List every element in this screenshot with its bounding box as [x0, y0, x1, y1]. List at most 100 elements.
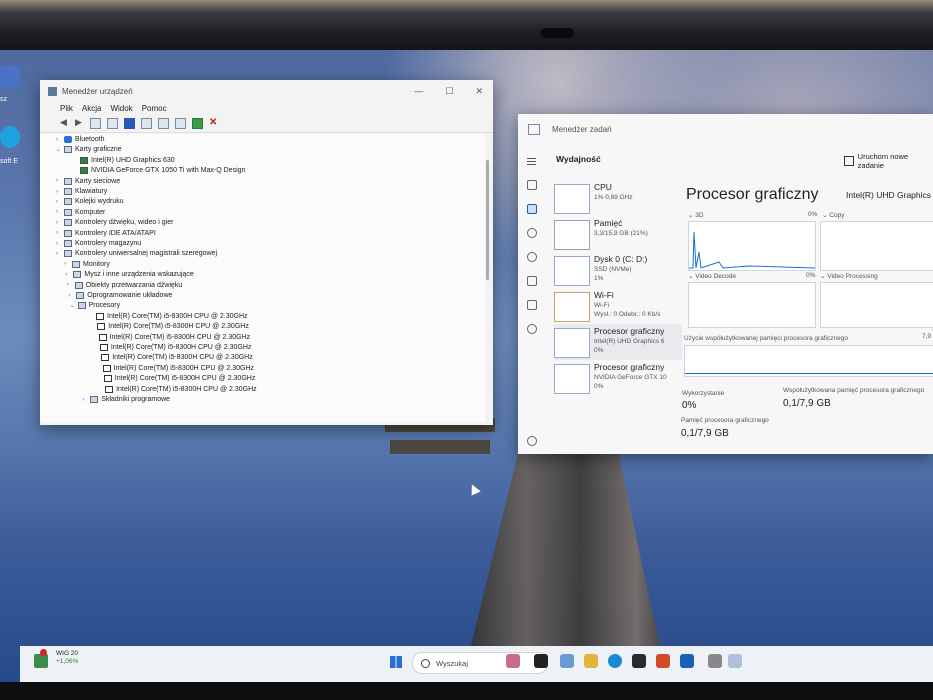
task-manager-titlebar[interactable]: Menedżer zadań	[518, 114, 933, 144]
tree-category-item[interactable]: › Klawiatury	[56, 188, 107, 195]
graph-video-processing	[820, 282, 933, 328]
properties-icon[interactable]	[90, 118, 101, 129]
tree-device-item[interactable]: Intel(R) Core(TM) i5-8300H CPU @ 2.30GHz	[92, 344, 251, 351]
users-icon[interactable]	[527, 276, 537, 286]
menu-action[interactable]: Akcja	[82, 104, 102, 113]
expand-chevron-icon[interactable]: ›	[65, 272, 73, 278]
menu-file[interactable]: Plik	[60, 104, 73, 113]
tree-item-label: Intel(R) Core(TM) i5-8300H CPU @ 2.30GHz	[112, 354, 253, 362]
performance-item[interactable]: CPU 1% 0,89 GHz	[554, 180, 682, 216]
tree-category-item[interactable]: › Składniki programowe	[82, 396, 170, 403]
monitor-icon[interactable]	[175, 118, 186, 129]
tree-category-item[interactable]: › Mysz i inne urządzenia wskazujące	[65, 271, 194, 279]
expand-chevron-icon[interactable]: ›	[56, 178, 64, 184]
close-button[interactable]: ✕	[475, 86, 483, 97]
collapse-chevron-icon[interactable]: ⌄	[70, 302, 78, 309]
device-manager-titlebar[interactable]: Menedżer urządzeń — ☐ ✕	[40, 80, 493, 102]
tree-category-item[interactable]: › Kontrolery uniwersalnej magistrali szer…	[56, 250, 217, 258]
tree-device-item[interactable]: Intel(R) Core(TM) i5-8300H CPU @ 2.30GHz	[91, 333, 250, 341]
stock-widget-icon[interactable]	[34, 654, 48, 668]
tree-category-item[interactable]: › Obiekty przetwarzania dźwięku	[67, 281, 182, 289]
start-button[interactable]	[390, 656, 402, 668]
tree-device-item[interactable]: Intel(R) Core(TM) i5-8300H CPU @ 2.30GHz	[96, 375, 255, 383]
expand-chevron-icon[interactable]: ›	[56, 199, 64, 205]
tree-item-label: Mysz i inne urządzenia wskazujące	[84, 271, 194, 279]
expand-chevron-icon[interactable]: ›	[56, 230, 64, 236]
tree-device-item[interactable]: Intel(R) Core(TM) i5-8300H CPU @ 2.30GHz	[95, 364, 254, 372]
performance-item[interactable]: Pamięć 3,3/15,9 GB (21%)	[554, 216, 682, 252]
forward-arrow-icon[interactable]: ▶	[75, 118, 84, 127]
back-arrow-icon[interactable]: ◀	[60, 118, 69, 127]
expand-chevron-icon[interactable]: ›	[56, 137, 64, 143]
tree-category-item[interactable]: › Kontrolery magazynu	[56, 240, 141, 247]
copilot-icon[interactable]	[560, 654, 574, 668]
run-task-label: Uruchom nowe zadanie	[857, 152, 909, 170]
file-explorer-icon[interactable]	[584, 654, 598, 668]
help-icon[interactable]	[124, 118, 135, 129]
expand-chevron-icon[interactable]: ›	[56, 251, 64, 257]
tree-category-item[interactable]: ⌄ Karty graficzne	[56, 146, 122, 154]
task-view-icon[interactable]	[534, 654, 548, 668]
cpu-icon	[96, 312, 104, 320]
expand-chevron-icon[interactable]: ›	[67, 282, 75, 288]
office-icon[interactable]	[656, 654, 670, 668]
expand-chevron-icon[interactable]: ›	[64, 261, 72, 267]
menu-view[interactable]: Widok	[110, 104, 132, 113]
collapse-chevron-icon[interactable]: ⌄	[56, 146, 64, 153]
desktop-shortcut-icon[interactable]	[0, 66, 20, 88]
edge-desktop-icon[interactable]	[0, 126, 20, 148]
vertical-scrollbar[interactable]	[486, 160, 489, 280]
tree-category-item[interactable]: › Kontrolery dźwięku, wideo i gier	[56, 219, 173, 227]
tree-device-item[interactable]: Intel(R) Core(TM) i5-8300H CPU @ 2.30GHz	[93, 354, 253, 362]
minimize-button[interactable]: —	[414, 86, 423, 97]
tree-category-item[interactable]: › Kolejki wydruku	[56, 198, 124, 206]
tree-device-item[interactable]: Intel(R) Core(TM) i5-8300H CPU @ 2.30GHz	[88, 312, 248, 320]
details-icon[interactable]	[527, 300, 537, 310]
startup-apps-icon[interactable]	[527, 252, 537, 262]
task-manager-taskbar-icon[interactable]	[728, 654, 742, 668]
performance-item[interactable]: Wi-Fi Wi-Fi Wysł.: 0 Odebr.: 0 Kb/s	[554, 288, 682, 324]
expand-chevron-icon[interactable]: ›	[68, 293, 76, 299]
services-icon[interactable]	[527, 324, 537, 334]
tree-category-item[interactable]: › Bluetooth	[56, 136, 105, 143]
hamburger-menu-icon[interactable]	[527, 156, 537, 166]
settings-icon[interactable]	[708, 654, 722, 668]
tree-device-item[interactable]: NVIDIA GeForce GTX 1050 Ti with Max-Q De…	[72, 167, 245, 175]
processes-icon[interactable]	[527, 180, 537, 190]
store-icon[interactable]	[632, 654, 646, 668]
tree-category-item[interactable]: › Oprogramowanie układowe	[68, 292, 172, 299]
tree-device-item[interactable]: Intel(R) UHD Graphics 630	[72, 156, 175, 164]
expand-chevron-icon[interactable]: ›	[82, 397, 90, 403]
app-history-icon[interactable]	[527, 228, 537, 238]
tree-category-item[interactable]: › Monitory	[64, 260, 110, 268]
expand-chevron-icon[interactable]: ›	[56, 241, 64, 247]
performance-item[interactable]: Procesor graficzny NVIDIA GeForce GTX 10 0…	[554, 360, 682, 396]
run-new-task-button[interactable]: Uruchom nowe zadanie	[844, 152, 933, 170]
tree-category-item[interactable]: › Kontrolery IDE ATA/ATAPI	[56, 229, 156, 237]
performance-icon[interactable]	[527, 204, 537, 214]
performance-item-detail: 0%	[594, 347, 604, 354]
performance-item[interactable]: Procesor graficzny Intel(R) UHD Graphics …	[554, 324, 682, 360]
tree-category-item[interactable]: ⌄ Procesory	[70, 302, 120, 310]
maximize-button[interactable]: ☐	[445, 86, 453, 97]
update-driver-icon[interactable]	[141, 118, 152, 129]
settings-gear-icon[interactable]	[527, 436, 537, 446]
expand-chevron-icon[interactable]: ›	[56, 209, 64, 215]
search-input[interactable]: Wyszukaj	[412, 652, 548, 674]
outlook-icon[interactable]	[680, 654, 694, 668]
menu-help[interactable]: Pomoc	[142, 104, 167, 113]
uninstall-device-icon[interactable]: ✕	[209, 118, 218, 128]
tree-category-item[interactable]: › Karty sieciowe	[56, 177, 120, 185]
tree-category-item[interactable]: › Komputer	[56, 208, 105, 216]
tree-device-item[interactable]: Intel(R) Core(TM) i5-8300H CPU @ 2.30GHz	[89, 323, 249, 331]
enable-device-icon[interactable]	[192, 118, 203, 129]
widgets-button[interactable]: WIG 20 +1,06%	[56, 650, 78, 666]
view-icon[interactable]	[107, 118, 118, 129]
expand-chevron-icon[interactable]: ›	[56, 189, 64, 195]
tree-device-item[interactable]: Intel(R) Core(TM) i5-8300H CPU @ 2.30GHz	[97, 385, 257, 393]
search-highlight-icon[interactable]	[506, 654, 520, 668]
expand-chevron-icon[interactable]: ›	[56, 220, 64, 226]
edge-icon[interactable]	[608, 654, 622, 668]
scan-hardware-icon[interactable]	[158, 118, 169, 129]
performance-item[interactable]: Dysk 0 (C: D:) SSD (NVMe) 1%	[554, 252, 682, 288]
